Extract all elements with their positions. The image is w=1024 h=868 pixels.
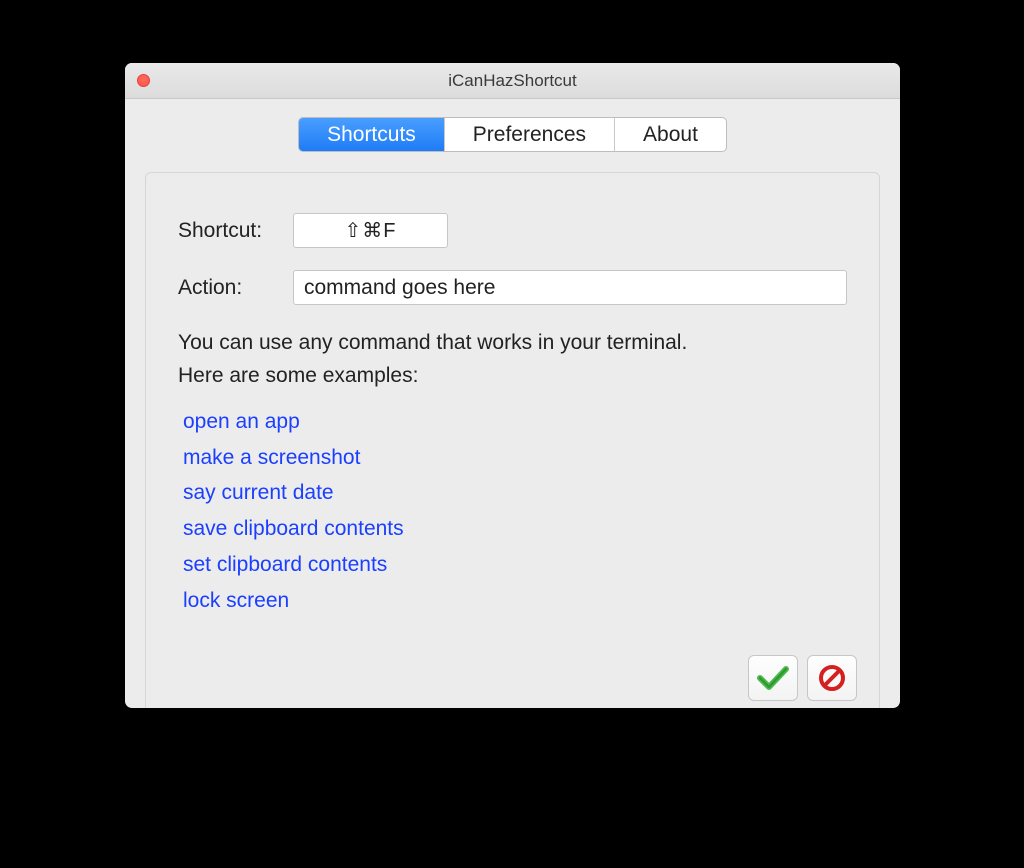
help-line-2: Here are some examples:	[178, 364, 418, 387]
example-link[interactable]: save clipboard contents	[183, 511, 847, 547]
action-label: Action:	[178, 276, 293, 300]
tab-preferences[interactable]: Preferences	[445, 118, 615, 151]
titlebar: iCanHazShortcut	[125, 63, 900, 99]
action-input[interactable]	[293, 270, 847, 305]
check-icon	[757, 664, 789, 692]
help-text: You can use any command that works in yo…	[178, 327, 847, 392]
action-row: Action:	[178, 270, 847, 305]
cancel-icon	[818, 664, 846, 692]
example-link[interactable]: make a screenshot	[183, 440, 847, 476]
tab-segment: Shortcuts Preferences About	[298, 117, 727, 152]
tab-bar: Shortcuts Preferences About	[125, 117, 900, 152]
shortcut-input[interactable]: ⇧⌘F	[293, 213, 448, 248]
tab-shortcuts[interactable]: Shortcuts	[299, 118, 445, 151]
button-row	[748, 655, 857, 701]
shortcut-row: Shortcut: ⇧⌘F	[178, 213, 847, 248]
example-link[interactable]: set clipboard contents	[183, 547, 847, 583]
examples-list: open an app make a screenshot say curren…	[183, 404, 847, 618]
confirm-button[interactable]	[748, 655, 798, 701]
example-link[interactable]: lock screen	[183, 583, 847, 619]
app-window: iCanHazShortcut Shortcuts Preferences Ab…	[125, 63, 900, 708]
main-panel: Shortcut: ⇧⌘F Action: You can use any co…	[145, 172, 880, 708]
window-title: iCanHazShortcut	[448, 71, 577, 91]
example-link[interactable]: say current date	[183, 475, 847, 511]
example-link[interactable]: open an app	[183, 404, 847, 440]
cancel-button[interactable]	[807, 655, 857, 701]
close-icon[interactable]	[137, 74, 150, 87]
shortcut-label: Shortcut:	[178, 219, 293, 243]
tab-about[interactable]: About	[615, 118, 726, 151]
help-line-1: You can use any command that works in yo…	[178, 331, 687, 354]
